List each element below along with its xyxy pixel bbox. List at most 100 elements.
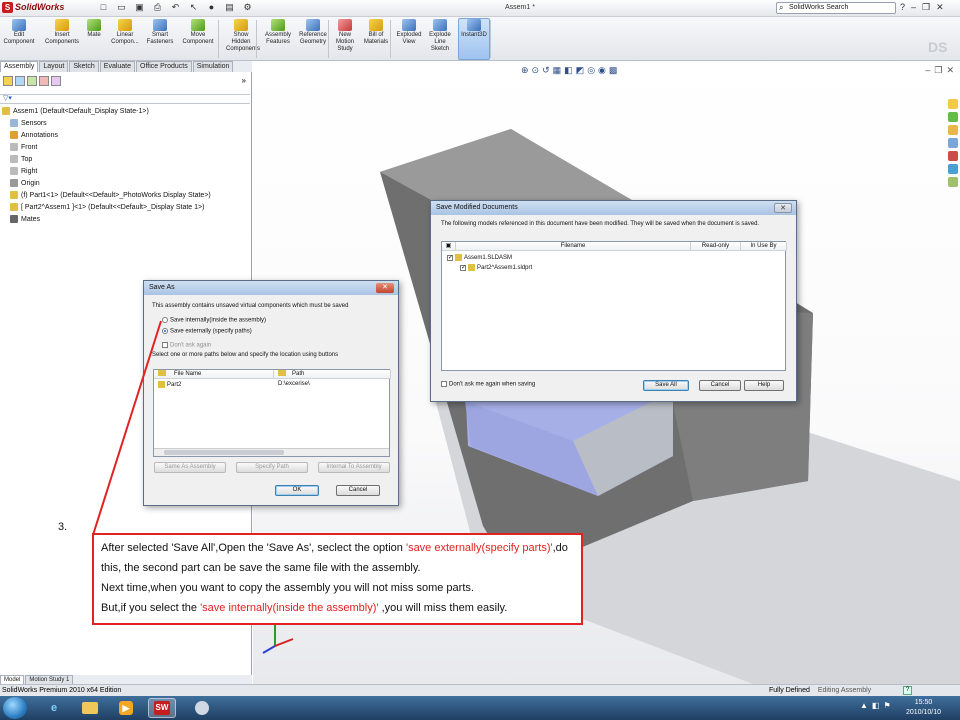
- reference-geometry-button[interactable]: Reference Geometry: [296, 19, 330, 46]
- display-manager-icon[interactable]: [51, 76, 61, 86]
- checkbox[interactable]: ✓: [460, 264, 466, 271]
- save-all-button[interactable]: Save All: [643, 380, 689, 391]
- insert-components-button[interactable]: Insert Components: [42, 19, 82, 46]
- dont-ask-again-checkbox[interactable]: Don't ask again: [162, 342, 211, 349]
- tab-assembly[interactable]: Assembly: [0, 61, 39, 72]
- linear-component-pattern-button[interactable]: Linear Compon...: [110, 19, 140, 46]
- radio[interactable]: [162, 317, 168, 323]
- cancel-button[interactable]: Cancel: [336, 485, 380, 496]
- edit-appearance-icon[interactable]: ◉: [598, 65, 606, 77]
- save-internally-radio[interactable]: Save internally(inside the assembly): [162, 317, 266, 324]
- edit-component-button[interactable]: Edit Component: [2, 19, 36, 46]
- column-header-file-name[interactable]: File Name: [154, 370, 274, 379]
- mate-button[interactable]: Mate: [84, 19, 104, 39]
- tree-item[interactable]: (f) Part1<1> (Default<<Default>_PhotoWor…: [2, 190, 211, 202]
- property-manager-icon[interactable]: [15, 76, 25, 86]
- internal-to-assembly-button[interactable]: Internal To Assembly: [318, 462, 390, 473]
- view-orientation-icon[interactable]: ◧: [564, 65, 573, 77]
- smart-fasteners-button[interactable]: Smart Fasteners: [144, 19, 176, 46]
- tab-evaluate[interactable]: Evaluate: [99, 61, 136, 72]
- print-icon[interactable]: ⎙: [150, 2, 165, 14]
- search-results-icon[interactable]: [948, 138, 958, 148]
- cancel-button[interactable]: Cancel: [699, 380, 741, 391]
- options-icon[interactable]: ⚙: [240, 2, 255, 14]
- zoom-area-icon[interactable]: ⊙: [532, 65, 540, 77]
- specify-path-button[interactable]: Specify Path: [236, 462, 308, 473]
- move-component-button[interactable]: Move Component: [180, 19, 216, 46]
- zoom-to-fit-icon[interactable]: ⊕: [521, 65, 529, 77]
- column-header-filename[interactable]: Filename: [456, 242, 691, 251]
- minimize-button[interactable]: –: [911, 2, 916, 13]
- custom-properties-icon[interactable]: [948, 177, 958, 187]
- config-manager-icon[interactable]: [27, 76, 37, 86]
- list-item[interactable]: Part2: [158, 381, 181, 388]
- tab-motion-study-1[interactable]: Motion Study 1: [25, 675, 74, 684]
- hide-show-icon[interactable]: ◎: [587, 65, 595, 77]
- search-input[interactable]: ⌕ SolidWorks Search: [776, 2, 896, 14]
- clock[interactable]: 15:50 2010/10/10: [906, 698, 941, 718]
- show-hidden-components-button[interactable]: Show Hidden Components: [226, 19, 260, 53]
- close-button[interactable]: ✕: [376, 283, 394, 293]
- solidworks-logo[interactable]: S SolidWorks: [2, 2, 70, 15]
- tree-item[interactable]: Sensors: [2, 118, 211, 130]
- scroll-thumb[interactable]: [164, 450, 284, 455]
- appearances-icon[interactable]: [948, 164, 958, 174]
- tab-office-products[interactable]: Office Products: [136, 61, 192, 72]
- explode-line-sketch-button[interactable]: Explode Line Sketch: [426, 19, 454, 53]
- ok-button[interactable]: OK: [275, 485, 319, 496]
- tree-item[interactable]: Mates: [2, 214, 211, 226]
- network-icon[interactable]: ▲: [860, 701, 868, 710]
- restore-icon[interactable]: ❐: [934, 65, 942, 76]
- same-as-assembly-button[interactable]: Same As Assembly: [154, 462, 226, 473]
- dont-ask-again-checkbox[interactable]: Don't ask me again when saving: [441, 381, 535, 388]
- flag-icon[interactable]: ⚑: [883, 701, 890, 710]
- tree-item[interactable]: Front: [2, 142, 211, 154]
- open-folder-icon[interactable]: ▭: [114, 2, 129, 14]
- help-button[interactable]: Help: [744, 380, 784, 391]
- solidworks-taskbar-icon[interactable]: SW: [148, 698, 176, 718]
- undo-icon[interactable]: ↶: [168, 2, 183, 14]
- tree-item[interactable]: [ Part2^Assem1 ]<1> (Default<<Default>_D…: [2, 202, 211, 214]
- view-palette-icon[interactable]: [948, 151, 958, 161]
- horizontal-scrollbar[interactable]: [154, 448, 389, 456]
- select-icon[interactable]: ↖: [186, 2, 201, 14]
- volume-icon[interactable]: ◧: [872, 701, 880, 710]
- start-button[interactable]: [3, 697, 27, 719]
- list-item[interactable]: ✓ Part2^Assem1.sldprt: [460, 264, 532, 271]
- minimize-icon[interactable]: –: [925, 65, 930, 76]
- column-header-inuseby[interactable]: In Use By: [741, 242, 787, 251]
- column-header-icon[interactable]: ▣: [442, 242, 456, 251]
- filter-bar[interactable]: ▽▾: [0, 94, 250, 104]
- instant3d-button[interactable]: Instant3D: [458, 18, 490, 60]
- list-item-path[interactable]: D:\excerise\: [278, 381, 310, 387]
- tree-item[interactable]: Top: [2, 154, 211, 166]
- close-icon[interactable]: ✕: [946, 65, 954, 76]
- tab-model[interactable]: Model: [0, 675, 25, 684]
- tab-sketch[interactable]: Sketch: [69, 61, 99, 72]
- tree-item[interactable]: Annotations: [2, 130, 211, 142]
- checkbox[interactable]: [162, 342, 168, 348]
- design-library-icon[interactable]: [948, 112, 958, 122]
- save-icon[interactable]: ▣: [132, 2, 147, 14]
- column-header-path[interactable]: Path: [274, 370, 391, 379]
- tree-item[interactable]: Right: [2, 166, 211, 178]
- radio[interactable]: [162, 328, 168, 334]
- restore-button[interactable]: ❐: [922, 2, 930, 13]
- scene-icon[interactable]: ▩: [609, 65, 618, 77]
- rebuild-icon[interactable]: ●: [204, 2, 219, 14]
- close-button[interactable]: ✕: [774, 203, 792, 213]
- expand-chevron-icon[interactable]: »: [242, 76, 246, 86]
- file-explorer-icon[interactable]: [76, 698, 104, 718]
- tab-simulation[interactable]: Simulation: [192, 61, 234, 72]
- file-properties-icon[interactable]: ▤: [222, 2, 237, 14]
- dim-xpert-icon[interactable]: [39, 76, 49, 86]
- help-icon[interactable]: ?: [903, 686, 912, 695]
- tree-item[interactable]: Assem1 (Default<Default_Display State-1>…: [2, 106, 211, 118]
- assembly-features-button[interactable]: Assembly Features: [262, 19, 294, 46]
- internet-explorer-icon[interactable]: e: [40, 698, 68, 718]
- new-motion-study-button[interactable]: New Motion Study: [333, 19, 357, 53]
- app-icon[interactable]: [188, 698, 216, 718]
- help-icon[interactable]: ?: [900, 2, 905, 13]
- list-item[interactable]: ✓ Assem1.SLDASM: [447, 254, 512, 261]
- tab-layout[interactable]: Layout: [39, 61, 69, 72]
